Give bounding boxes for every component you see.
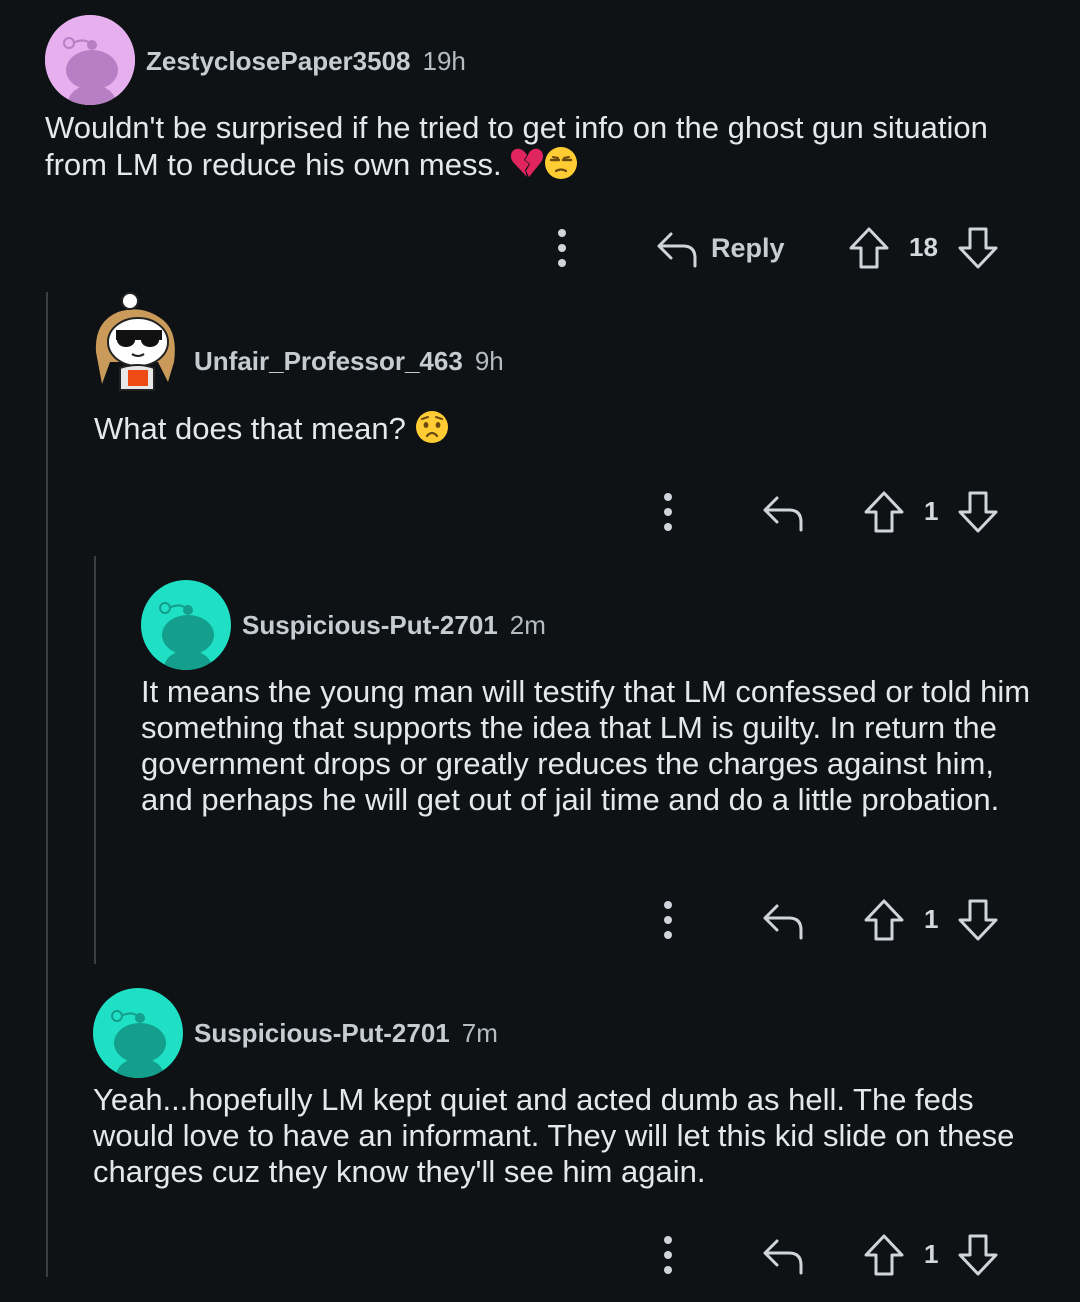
upvote-button[interactable] [863, 1233, 905, 1277]
timestamp: 9h [474, 346, 504, 376]
upvote-button[interactable] [863, 490, 905, 534]
comment-body: Wouldn't be surprised if he tried to get… [45, 110, 1025, 188]
downvote-button[interactable] [957, 226, 999, 270]
comment-text: It means the young man will testify that… [141, 674, 1031, 817]
more-vertical-icon [664, 901, 672, 939]
username[interactable]: Unfair_Professor_463 [194, 346, 463, 377]
timestamp: 19h [422, 46, 466, 76]
avatar[interactable] [45, 15, 135, 105]
upvote-arrow-icon [864, 491, 904, 533]
vote-score: 1 [924, 1239, 939, 1269]
reply-label: Reply [711, 232, 785, 263]
reply-icon [657, 232, 697, 268]
username[interactable]: Suspicious-Put-2701 [194, 1018, 450, 1049]
avatar[interactable] [88, 292, 184, 396]
comment-body: Yeah...hopefully LM kept quiet and acted… [93, 1082, 1043, 1190]
more-vertical-icon [664, 1236, 672, 1274]
comment-text: What does that mean? [94, 411, 406, 447]
timestamp: 2m [509, 610, 546, 640]
downvote-arrow-icon [958, 227, 998, 269]
downvote-button[interactable] [957, 898, 999, 942]
downvote-arrow-icon [958, 1234, 998, 1276]
reply-icon [763, 496, 803, 532]
more-vertical-icon [558, 229, 566, 267]
downvote-button[interactable] [957, 490, 999, 534]
reply-icon [763, 1239, 803, 1275]
downvote-button[interactable] [957, 1233, 999, 1277]
snoo-avatar-icon [45, 15, 135, 105]
comment-actions: 1 [0, 890, 1080, 950]
vote-score: 18 [909, 232, 938, 262]
comment-actions: 1 [0, 482, 1080, 542]
more-options-button[interactable] [654, 1233, 682, 1277]
vote-score: 1 [924, 496, 939, 526]
more-options-button[interactable] [654, 898, 682, 942]
username[interactable]: ZestyclosePaper3508 [146, 46, 411, 77]
username[interactable]: Suspicious-Put-2701 [242, 610, 498, 641]
worried-face-emoji [415, 410, 449, 452]
upvote-button[interactable] [848, 226, 890, 270]
more-options-button[interactable] [654, 490, 682, 534]
downvote-arrow-icon [958, 899, 998, 941]
snoo-avatar-icon [141, 580, 231, 670]
reply-button[interactable] [761, 1233, 805, 1277]
avatar[interactable] [141, 580, 231, 670]
upvote-arrow-icon [864, 899, 904, 941]
upvote-button[interactable] [863, 898, 905, 942]
downvote-arrow-icon [958, 491, 998, 533]
reply-icon [763, 904, 803, 940]
vote-score: 1 [924, 904, 939, 934]
reply-button[interactable] [761, 898, 805, 942]
unamused-face-emoji [544, 146, 578, 188]
upvote-arrow-icon [849, 227, 889, 269]
comment-text: Yeah...hopefully LM kept quiet and acted… [93, 1082, 1015, 1189]
more-options-button[interactable] [548, 226, 576, 270]
snoo-avatar-icon [93, 988, 183, 1078]
upvote-arrow-icon [864, 1234, 904, 1276]
reply-button[interactable] [761, 490, 805, 534]
broken-heart-emoji [510, 147, 544, 187]
custom-snoo-avatar-icon [88, 292, 184, 396]
comment-body: What does that mean? [94, 410, 1034, 452]
comment-actions: 1 [0, 1225, 1080, 1285]
avatar[interactable] [93, 988, 183, 1078]
timestamp: 7m [461, 1018, 498, 1048]
thread-line-level-1[interactable] [46, 292, 48, 1277]
comment-body: It means the young man will testify that… [141, 674, 1031, 818]
reply-button[interactable]: Reply [655, 226, 785, 270]
more-vertical-icon [664, 493, 672, 531]
comment-actions: Reply 18 [0, 218, 1080, 278]
